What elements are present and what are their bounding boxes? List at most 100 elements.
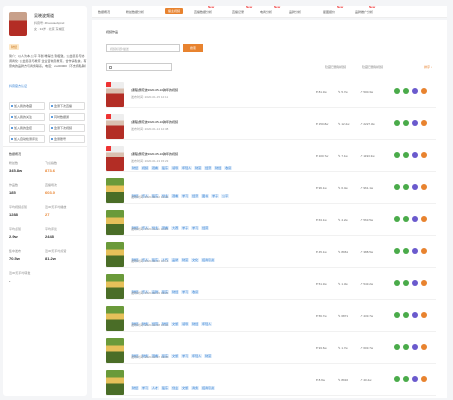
analysis-icon[interactable] (412, 376, 418, 382)
video-row[interactable]: 财经 乐人 品牌 股东 财经 学习 收货 发布时间: 2020-01-09 16:21 ♥ 51… (106, 272, 436, 300)
video-tag[interactable]: 收货 (191, 290, 200, 294)
star-icon[interactable] (421, 120, 427, 126)
star-icon[interactable] (421, 184, 427, 190)
video-tag[interactable]: 年轻人 (201, 322, 213, 326)
video-tag[interactable]: 财经 (214, 166, 223, 170)
analysis-icon[interactable] (412, 344, 418, 350)
video-tag[interactable]: 视频 (141, 166, 150, 170)
video-thumbnail[interactable] (106, 370, 124, 395)
video-tag[interactable]: 领导 (171, 166, 180, 170)
video-tag[interactable]: 学习 (191, 226, 200, 230)
side-button[interactable]: 加入自动检测评论 (9, 135, 45, 143)
video-tag[interactable]: 人才 (151, 386, 160, 390)
video-tag[interactable]: 文旅 (171, 322, 180, 326)
tab-item[interactable]: 品牌推广分析 New (355, 5, 375, 14)
video-tag[interactable]: 招商引资 (201, 386, 216, 390)
video-tag[interactable]: 财富 (204, 354, 213, 358)
video-tag[interactable]: 文化 (191, 258, 200, 262)
video-thumbnail[interactable] (106, 274, 124, 299)
video-tag[interactable]: 观看 (171, 194, 180, 198)
download-icon[interactable] (403, 376, 409, 382)
video-tag[interactable]: 公平 (221, 194, 230, 198)
video-tag[interactable]: 股东 (161, 166, 170, 170)
download-icon[interactable] (403, 344, 409, 350)
video-tag[interactable]: 观看 (151, 166, 160, 170)
download-icon[interactable] (403, 312, 409, 318)
video-tag[interactable]: 年轻人 (181, 166, 193, 170)
side-button[interactable]: 监测下次直播 (49, 102, 85, 110)
avatar[interactable] (9, 12, 27, 36)
video-tag[interactable]: 收货 (224, 166, 233, 170)
star-icon[interactable] (421, 88, 427, 94)
play-icon[interactable] (394, 152, 400, 158)
video-tag[interactable]: 领导 (181, 322, 190, 326)
video-tag[interactable]: 财富 (181, 258, 190, 262)
side-button[interactable]: 加入我的监控 (9, 124, 45, 132)
download-icon[interactable] (403, 248, 409, 254)
analysis-icon[interactable] (412, 216, 418, 222)
video-tag[interactable]: 学子 (211, 194, 220, 198)
hide-deleted-option-2[interactable]: 隐藏已删除视频 (362, 65, 383, 69)
star-icon[interactable] (421, 152, 427, 158)
analysis-icon[interactable] (412, 280, 418, 286)
video-tag[interactable]: 财经 (171, 290, 180, 294)
side-button[interactable]: 监测下次视频 (49, 124, 85, 132)
video-row[interactable]: 财经 财务 观看 股东 文旅 学习 年轻人 财富 发布时间: 2020-01-07 13:30 ♥… (106, 336, 436, 364)
play-icon[interactable] (394, 88, 400, 94)
sort-control[interactable]: 排序 ↓ (424, 65, 432, 69)
video-tag[interactable]: 财经 (131, 386, 140, 390)
video-thumbnail[interactable] (106, 338, 124, 363)
video-thumbnail[interactable] (106, 82, 124, 107)
video-row[interactable]: [课程]吴晓波2020-05-10跨年的视频 发布时间: 2020-01-15 1… (106, 80, 436, 108)
download-icon[interactable] (403, 184, 409, 190)
side-button[interactable]: 加入我的收藏 (9, 102, 45, 110)
play-icon[interactable] (394, 344, 400, 350)
video-tag[interactable]: 股东 (161, 386, 170, 390)
video-row[interactable]: 财经 乐人 股东 人气 品牌 财富 文化 招商引资 发布时间: 2020-01-10 12:14… (106, 240, 436, 268)
star-icon[interactable] (421, 248, 427, 254)
video-tag[interactable]: 经营 (201, 226, 210, 230)
analysis-icon[interactable] (412, 248, 418, 254)
video-row[interactable]: 财经 乐人 股东 创业 观看 学习 经济 图书 学子 公平 发布时间: 2020-01-12 13:… (106, 176, 436, 204)
video-tag[interactable]: 学子 (181, 226, 190, 230)
download-icon[interactable] (403, 280, 409, 286)
video-tag[interactable]: 学习 (181, 354, 190, 358)
play-icon[interactable] (394, 312, 400, 318)
video-row[interactable]: [课程]吴晓波2020-05-10跨年的视频 发布时间: 2020-01-14 1… (106, 112, 436, 140)
tab-item[interactable]: 电商分析 New (260, 5, 280, 14)
play-icon[interactable] (394, 280, 400, 286)
date-range-input[interactable] (106, 63, 172, 71)
video-thumbnail[interactable] (106, 146, 124, 171)
video-tag[interactable]: 年轻人 (191, 354, 203, 358)
video-tag[interactable]: 经济 (204, 166, 213, 170)
star-icon[interactable] (421, 312, 427, 318)
tab-item[interactable]: 播主视频 (165, 8, 184, 14)
video-tag[interactable]: 招商引资 (201, 258, 216, 262)
analysis-icon[interactable] (412, 152, 418, 158)
search-input[interactable]: 视频标题/描述 (106, 44, 180, 52)
tab-item[interactable]: 粉丝数据分析 (126, 10, 144, 14)
video-tag[interactable]: 学习 (141, 386, 150, 390)
download-icon[interactable] (403, 216, 409, 222)
video-tag[interactable]: 大赛 (171, 226, 180, 230)
video-thumbnail[interactable] (106, 210, 124, 235)
video-row[interactable]: 财经 学习 人才 股东 创业 文旅 商务 招商引资 ♥ 8.6w ✎ 8916 ↗ 40.4w (106, 368, 436, 396)
analysis-icon[interactable] (412, 312, 418, 318)
tab-item[interactable]: 品牌分析 (289, 10, 301, 14)
video-thumbnail[interactable] (106, 114, 124, 139)
video-row[interactable]: 财经 财务 经营 财经 文旅 领导 财经 年轻人 发布时间: 2020-01-08 14:34 ♥… (106, 304, 436, 332)
star-icon[interactable] (421, 216, 427, 222)
tab-item[interactable]: 直播数据分析 New (194, 5, 214, 14)
video-tag[interactable]: 学习 (181, 290, 190, 294)
play-icon[interactable] (394, 376, 400, 382)
video-row[interactable]: [课程]吴晓波2020-05-10跨年的视频 财经 视频 观看 股东 领导 年轻人 财富 经济财… (106, 144, 436, 172)
video-tag[interactable]: 财经 (191, 322, 200, 326)
video-title[interactable]: [课程]吴晓波2020-05-10跨年的视频 (131, 120, 178, 124)
video-thumbnail[interactable] (106, 178, 124, 203)
play-icon[interactable] (394, 184, 400, 190)
video-tag[interactable]: 学习 (181, 194, 190, 198)
star-icon[interactable] (421, 376, 427, 382)
search-button[interactable]: 搜索 (183, 44, 203, 52)
video-thumbnail[interactable] (106, 242, 124, 267)
video-tag[interactable]: 财富 (194, 166, 203, 170)
